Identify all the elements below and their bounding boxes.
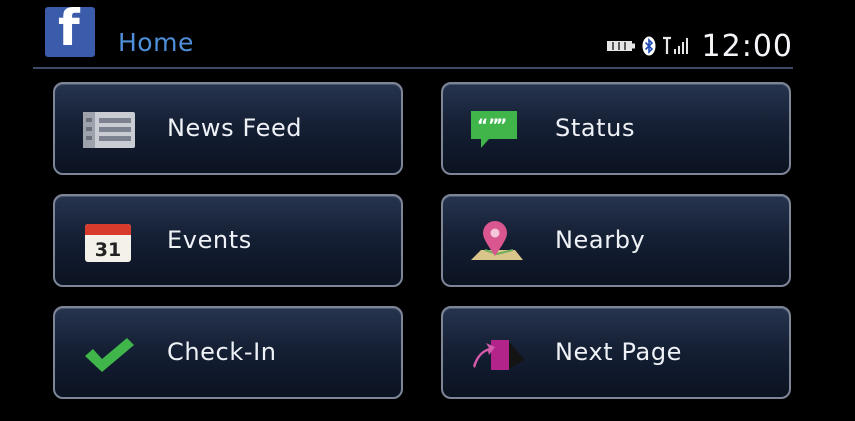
bluetooth-icon bbox=[642, 36, 656, 56]
app-screen: f Home 12:00 News Feed “” ” Status 31 Ev… bbox=[0, 0, 855, 421]
events-button[interactable]: 31 Events bbox=[53, 194, 403, 287]
page-title: Home bbox=[118, 28, 194, 57]
check-in-button[interactable]: Check-In bbox=[53, 306, 403, 399]
header-divider bbox=[33, 67, 793, 69]
nearby-label: Nearby bbox=[555, 226, 646, 254]
check-in-label: Check-In bbox=[167, 338, 277, 366]
calendar-day: 31 bbox=[95, 239, 121, 261]
news-feed-icon bbox=[83, 112, 135, 148]
nearby-button[interactable]: Nearby bbox=[441, 194, 791, 287]
checkmark-icon bbox=[85, 338, 134, 372]
svg-text:”: ” bbox=[496, 116, 507, 136]
news-feed-button[interactable]: News Feed bbox=[53, 82, 403, 175]
next-page-icon bbox=[473, 340, 525, 370]
status-icon: “” ” bbox=[471, 111, 517, 148]
map-pin-icon bbox=[471, 221, 523, 260]
status-button[interactable]: “” ” Status bbox=[441, 82, 791, 175]
next-page-label: Next Page bbox=[555, 338, 683, 366]
signal-icon bbox=[662, 36, 688, 54]
facebook-logo-icon: f bbox=[45, 7, 95, 57]
news-feed-label: News Feed bbox=[167, 114, 303, 142]
battery-icon bbox=[606, 41, 635, 51]
status-label: Status bbox=[555, 114, 636, 142]
calendar-icon: 31 bbox=[85, 224, 131, 262]
next-page-button[interactable]: Next Page bbox=[441, 306, 791, 399]
top-bar: f Home 12:00 bbox=[0, 0, 855, 68]
clock: 12:00 bbox=[701, 28, 793, 64]
status-area: 12:00 bbox=[606, 28, 793, 64]
events-label: Events bbox=[167, 226, 252, 254]
